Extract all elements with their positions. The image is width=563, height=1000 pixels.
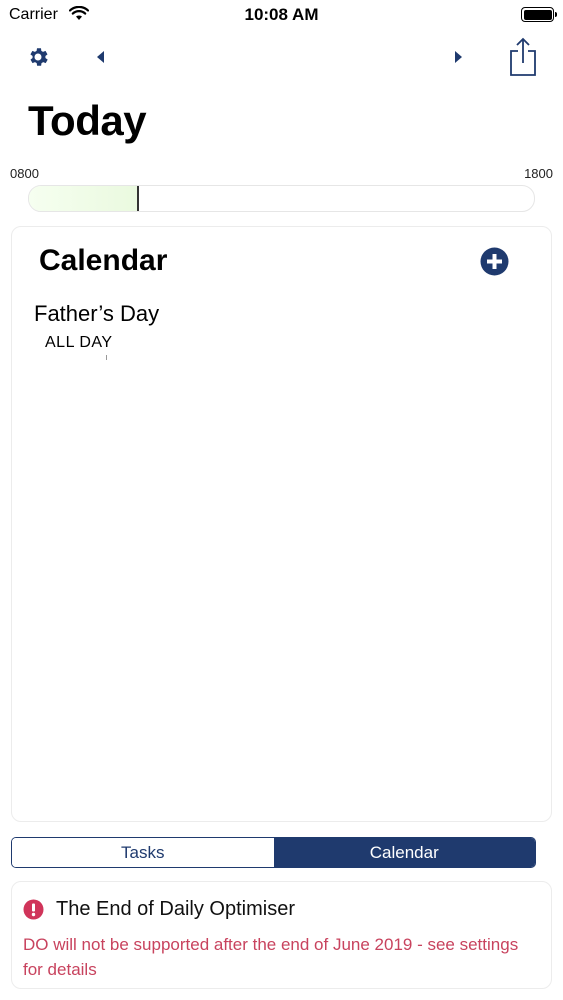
chevron-left-icon[interactable] (95, 50, 107, 64)
status-bar: Carrier 10:08 AM (0, 0, 563, 30)
screen: Carrier 10:08 AM Today 0800 1800 Calenda… (0, 0, 563, 1000)
calendar-card: Calendar Father’s Day ALL DAY (11, 226, 552, 822)
tab-tasks[interactable]: Tasks (12, 838, 274, 867)
notice-title: The End of Daily Optimiser (56, 898, 295, 920)
plus-circle-icon[interactable] (480, 247, 509, 276)
day-progress-elapsed (29, 186, 138, 211)
timeline-start-label: 0800 (10, 166, 39, 181)
calendar-title: Calendar (39, 244, 168, 277)
deprecation-notice[interactable]: The End of Daily Optimiser DO will not b… (11, 881, 552, 989)
event-title: Father’s Day (34, 301, 160, 326)
clock: 10:08 AM (244, 5, 319, 24)
event-time: ALL DAY (45, 334, 113, 351)
chevron-right-icon[interactable] (452, 50, 464, 64)
share-icon[interactable] (508, 37, 538, 77)
timeline-end-label: 1800 (524, 166, 553, 181)
current-time-marker (136, 186, 139, 211)
notice-body: DO will not be supported after the end o… (23, 935, 519, 979)
page-title: Today (28, 97, 147, 144)
alert-circle-icon (23, 899, 44, 920)
tab-calendar[interactable]: Calendar (273, 838, 535, 867)
day-progress-bar (28, 185, 535, 212)
view-segmented-control: Tasks Calendar (11, 837, 536, 868)
event-divider (106, 355, 107, 360)
battery-icon (521, 7, 557, 22)
gear-icon[interactable] (26, 45, 50, 69)
